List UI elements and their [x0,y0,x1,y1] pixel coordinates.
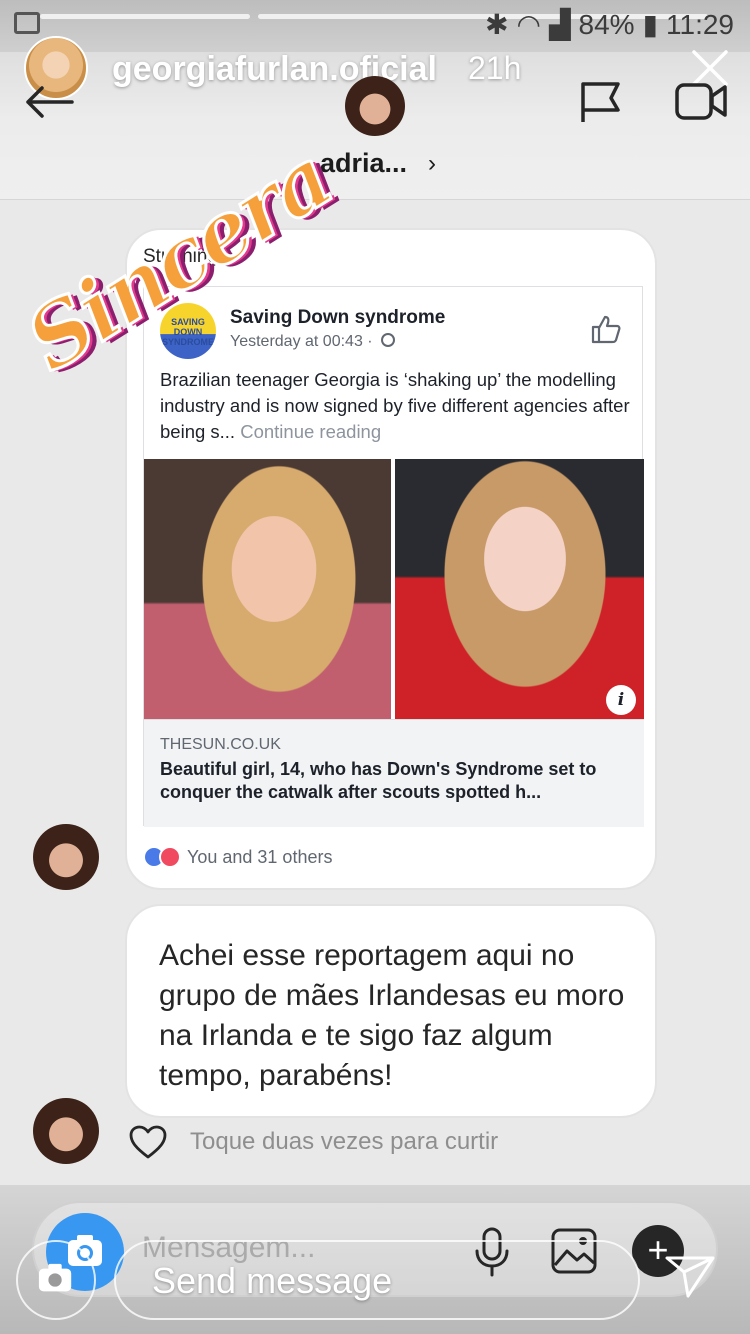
gallery-notification-icon [14,12,40,34]
contact-name[interactable]: adria... [320,148,407,179]
post-photo-right[interactable] [395,459,644,719]
camera-icon [38,1263,72,1292]
sender-avatar[interactable] [33,1098,99,1164]
heart-icon[interactable] [128,1124,168,1160]
facebook-post-card[interactable]: SAVING DOWN SYNDROME Saving Down syndrom… [143,286,644,827]
like-row[interactable]: Toque duas vezes para curtir [128,1124,498,1160]
status-bar: ✱ ◠ ▟ 84% ▮ 11:29 [0,0,750,52]
message-text: Achei esse reportagem aqui no grupo de m… [159,939,625,1092]
signal-icon: ▟ [548,9,571,40]
continue-reading-link[interactable]: Continue reading [240,421,381,442]
reactions-count: You and 31 others [187,846,333,867]
bluetooth-icon: ✱ [485,9,509,40]
video-call-icon[interactable] [674,80,728,122]
battery-percent: 84% [578,8,635,40]
wifi-icon: ◠ [516,9,541,40]
double-tap-hint: Toque duas vezes para curtir [190,1128,499,1155]
fb-post-time: Yesterday at 00:43 · [230,333,396,351]
shared-post-bubble[interactable]: Stunning. SAVING DOWN SYNDROME Saving Do… [125,228,657,890]
contact-avatar[interactable] [345,76,405,136]
clock: 11:29 [666,8,734,40]
chevron-right-icon[interactable]: › [428,150,436,178]
fb-post-body: Brazilian teenager Georgia is ‘shaking u… [160,369,630,442]
fb-timestamp: Yesterday at 00:43 · [230,333,373,350]
info-icon[interactable]: i [606,685,636,715]
story-reply-placeholder: Send message [152,1260,393,1301]
post-photo-left[interactable] [144,459,391,719]
story-progress-segment [40,14,250,19]
thumbs-up-icon[interactable] [590,313,622,345]
message-bubble[interactable]: Achei esse reportagem aqui no grupo de m… [125,904,657,1118]
story-reply-input[interactable]: Send message [114,1240,640,1320]
fb-page-avatar[interactable]: SAVING DOWN SYNDROME [160,303,216,359]
story-camera-button[interactable] [16,1240,96,1320]
flag-icon[interactable] [578,80,624,124]
fb-page-name[interactable]: Saving Down syndrome [230,307,445,329]
link-domain: THESUN.CO.UK [160,736,281,753]
battery-icon: ▮ [642,9,658,40]
link-headline: Beautiful girl, 14, who has Down's Syndr… [160,759,597,802]
message-thread[interactable]: Stunning. SAVING DOWN SYNDROME Saving Do… [0,200,750,1185]
share-caption: Stunning. [143,246,224,267]
fb-post-text: Brazilian teenager Georgia is ‘shaking u… [160,367,630,445]
story-time-ago: 21h [468,50,522,86]
sender-avatar[interactable] [33,824,99,890]
fb-reactions[interactable]: You and 31 others [143,846,332,868]
send-icon[interactable] [664,1252,716,1300]
fb-page-avatar-text: SAVING DOWN SYNDROME [162,317,215,347]
globe-icon [381,333,396,347]
back-arrow-icon[interactable] [20,82,76,122]
link-preview[interactable]: THESUN.CO.UK Beautiful girl, 14, who has… [144,719,644,827]
love-reaction-icon [159,846,181,868]
